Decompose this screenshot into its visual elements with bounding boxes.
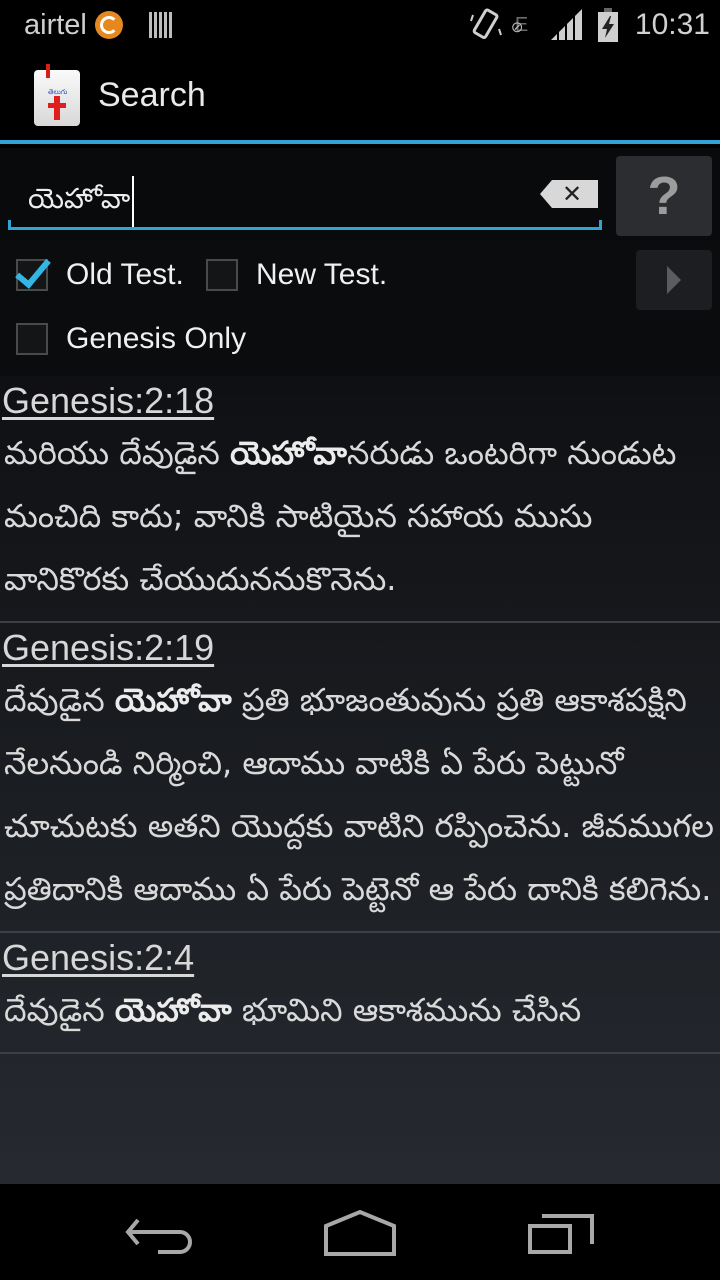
sim-card-icon	[148, 12, 172, 38]
verse-text-before: దేవుడైన	[4, 681, 115, 719]
next-button[interactable]	[636, 250, 712, 310]
next-arrow-icon	[667, 266, 681, 294]
backspace-clear-icon: ✕	[562, 180, 583, 208]
clock: 10:31	[634, 8, 710, 41]
list-item[interactable]: Genesis:2:4 దేవుడైన యెహోవా భూమిని ఆకాశము…	[0, 933, 720, 1054]
verse-text: దేవుడైన యెహోవా ప్రతి భూజంతువును ప్రతి ఆక…	[2, 669, 720, 921]
back-icon[interactable]	[120, 1210, 200, 1260]
genesis-only-label: Genesis Only	[66, 322, 247, 355]
carrier-name: airtel	[24, 8, 87, 41]
checkbox-checked-icon[interactable]	[16, 259, 48, 291]
verse-text-before: దేవుడైన	[4, 991, 115, 1029]
no-data-icon: E ⊘	[510, 13, 529, 36]
search-match-highlight: యెహోవా	[114, 681, 232, 719]
verse-reference-link[interactable]: Genesis:2:19	[2, 623, 214, 669]
search-query[interactable]: యెహోవా	[28, 182, 130, 222]
checkbox-unchecked-icon[interactable]	[16, 323, 48, 355]
list-item[interactable]: Genesis:2:18 మరియు దేవుడైన యెహోవానరుడు ఒ…	[0, 376, 720, 623]
genesis-only-checkbox[interactable]: Genesis Only	[16, 322, 246, 356]
new-testament-checkbox[interactable]: New Test.	[206, 258, 387, 292]
search-input[interactable]: యెహోవా	[8, 158, 602, 230]
search-underline	[8, 220, 602, 230]
list-item[interactable]: Genesis:2:19 దేవుడైన యెహోవా ప్రతి భూజంతు…	[0, 623, 720, 933]
battery-charging-icon	[597, 8, 618, 42]
home-icon[interactable]	[320, 1210, 400, 1260]
filter-options: Old Test. New Test. Genesis Only	[0, 240, 720, 376]
vibrate-icon	[469, 8, 502, 40]
checkbox-unchecked-icon[interactable]	[206, 259, 238, 291]
help-button[interactable]: ?	[616, 156, 712, 236]
verse-text: మరియు దేవుడైన యెహోవానరుడు ఒంటరిగా నుండుట…	[2, 422, 720, 611]
search-match-highlight: యెహోవా	[230, 434, 347, 472]
search-match-highlight: యెహోవా	[114, 991, 232, 1029]
airtel-logo-icon	[94, 11, 123, 39]
verse-reference-link[interactable]: Genesis:2:18	[2, 376, 214, 422]
telugu-bible-icon[interactable]: తెలుగు	[32, 64, 82, 126]
search-row: యెహోవా ✕ ?	[0, 148, 720, 240]
navigation-bar	[0, 1184, 720, 1280]
new-testament-label: New Test.	[256, 258, 388, 291]
text-cursor	[132, 176, 135, 228]
action-bar: తెలుగు Search	[0, 50, 720, 144]
clear-search-button[interactable]: ✕	[540, 180, 598, 208]
old-testament-checkbox[interactable]: Old Test.	[16, 258, 184, 292]
recent-apps-icon[interactable]	[524, 1210, 604, 1260]
old-testament-label: Old Test.	[66, 258, 184, 291]
verse-reference-link[interactable]: Genesis:2:4	[2, 933, 194, 979]
status-bar: airtel E ⊘ 10:31	[0, 0, 720, 50]
verse-text: దేవుడైన యెహోవా భూమిని ఆకాశమును చేసిన	[2, 979, 720, 1042]
verse-text-after: భూమిని ఆకాశమును చేసిన	[231, 991, 582, 1029]
verse-text-before: మరియు దేవుడైన	[4, 434, 231, 472]
signal-icon	[550, 9, 582, 40]
page-title: Search	[98, 75, 206, 114]
results-list[interactable]: Genesis:2:18 మరియు దేవుడైన యెహోవానరుడు ఒ…	[0, 376, 720, 1184]
